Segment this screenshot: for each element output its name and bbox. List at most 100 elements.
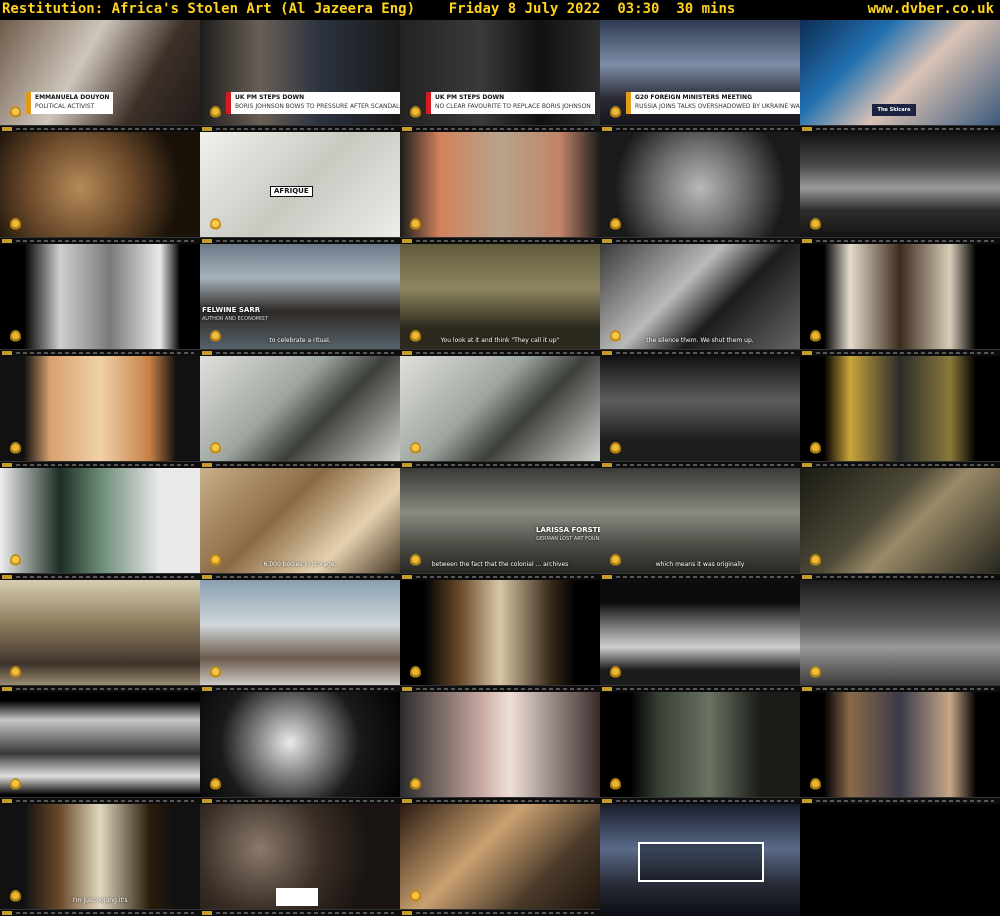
thumbnail[interactable] (600, 132, 800, 244)
thumbnail[interactable]: UK PM STEPS DOWN BORIS JOHNSON BOWS TO PR… (200, 20, 400, 132)
aljazeera-logo-icon (610, 330, 621, 344)
site-link[interactable]: www.dvber.co.uk (868, 1, 994, 17)
thumbnail[interactable] (800, 244, 1000, 356)
thumbnail-grid: EMMANUELA DOUYON POLITICAL ACTIVIST UK PM… (0, 20, 1000, 916)
thumbnail[interactable] (0, 692, 200, 804)
aljazeera-logo-icon (810, 778, 821, 792)
aljazeera-logo-icon (810, 666, 821, 680)
news-ticker (400, 461, 600, 468)
aljazeera-logo-icon (610, 778, 621, 792)
thumbnail[interactable] (200, 692, 400, 804)
promo-card: The Skicare (872, 104, 916, 116)
news-ticker (0, 461, 200, 468)
news-ticker (0, 909, 200, 916)
aljazeera-logo-icon (610, 442, 621, 456)
thumbnail[interactable] (800, 356, 1000, 468)
news-ticker (600, 685, 800, 692)
thumbnail[interactable] (800, 132, 1000, 244)
aljazeera-logo-icon (410, 330, 421, 344)
news-ticker (600, 573, 800, 580)
thumbnail[interactable]: EMMANUELA DOUYON POLITICAL ACTIVIST (0, 20, 200, 132)
news-ticker (200, 461, 400, 468)
thumbnail[interactable] (600, 804, 800, 916)
thumbnail[interactable] (400, 804, 600, 916)
news-ticker (400, 909, 600, 916)
aljazeera-logo-icon (610, 554, 621, 568)
aljazeera-logo-icon (10, 442, 21, 456)
news-ticker (600, 349, 800, 356)
aljazeera-logo-icon (210, 330, 221, 344)
thumbnail[interactable] (800, 580, 1000, 692)
news-ticker (200, 125, 400, 132)
witness-title-card (638, 842, 764, 882)
thumbnail[interactable] (0, 580, 200, 692)
news-ticker (200, 909, 400, 916)
thumbnail[interactable]: which means it was originally (600, 468, 800, 580)
aljazeera-logo-icon (610, 666, 621, 680)
aljazeera-logo-icon (810, 554, 821, 568)
aljazeera-logo-icon (10, 890, 21, 904)
news-ticker (600, 125, 800, 132)
subtitle: the silence them. We shut them up. (646, 337, 754, 344)
thumbnail[interactable] (800, 468, 1000, 580)
subtitle: You look at it and think "They call it u… (440, 337, 560, 344)
aljazeera-logo-icon (210, 442, 221, 456)
aljazeera-logo-icon (810, 442, 821, 456)
aljazeera-logo-icon (410, 554, 421, 568)
aljazeera-logo-icon (810, 218, 821, 232)
news-ticker (800, 125, 1000, 132)
news-ticker (600, 237, 800, 244)
news-ticker (200, 349, 400, 356)
aljazeera-logo-icon (10, 666, 21, 680)
thumbnail[interactable] (600, 692, 800, 804)
news-ticker (0, 349, 200, 356)
thumbnail[interactable]: the silence them. We shut them up. (600, 244, 800, 356)
thumbnail[interactable]: G20 FOREIGN MINISTERS MEETING RUSSIA JOIN… (600, 20, 800, 132)
page-header: Restitution: Africa's Stolen Art (Al Jaz… (0, 0, 1000, 18)
thumbnail[interactable]: FELWINE SARR AUTHOR AND ECONOMIST to cele… (200, 244, 400, 356)
drawn-sign: AFRIQUE (270, 186, 313, 197)
thumbnail[interactable] (400, 356, 600, 468)
lower-third: EMMANUELA DOUYON POLITICAL ACTIVIST (26, 92, 114, 114)
thumbnail[interactable] (200, 580, 400, 692)
broadcast-date: Friday 8 July 2022 (448, 1, 601, 17)
news-ticker (600, 461, 800, 468)
thumbnail[interactable] (0, 132, 200, 244)
thumbnail[interactable] (200, 804, 400, 916)
subtitle: to celebrate a ritual. (269, 337, 331, 344)
thumbnail[interactable]: You look at it and think "They call it u… (400, 244, 600, 356)
thumbnail[interactable]: The Skicare (800, 20, 1000, 132)
programme-title: Restitution: Africa's Stolen Art (Al Jaz… (2, 1, 416, 17)
subtitle: which means it was originally (655, 561, 745, 568)
subtitle: between the fact that the colonial ... a… (431, 561, 569, 568)
thumbnail[interactable] (800, 692, 1000, 804)
thumbnail[interactable] (600, 356, 800, 468)
thumbnail[interactable] (400, 132, 600, 244)
thumbnail[interactable] (600, 580, 800, 692)
thumbnail[interactable] (0, 468, 200, 580)
news-ticker (0, 685, 200, 692)
thumbnail[interactable]: 6,000 bodies in storage. (200, 468, 400, 580)
aljazeera-logo-icon (210, 666, 221, 680)
news-ticker (800, 573, 1000, 580)
aljazeera-logo-icon (410, 106, 421, 120)
thumbnail[interactable]: I'm just hoping it's (0, 804, 200, 916)
promo-card (276, 888, 318, 906)
news-ticker (0, 797, 200, 804)
thumbnail[interactable] (200, 356, 400, 468)
thumbnail[interactable] (400, 580, 600, 692)
subtitle: I'm just hoping it's (72, 897, 128, 904)
thumbnail[interactable]: AFRIQUE (200, 132, 400, 244)
aljazeera-logo-icon (210, 218, 221, 232)
thumbnail[interactable]: LARISSA FORSTERGERMAN LOST ART FOUNDATIO… (400, 468, 600, 580)
thumbnail[interactable] (0, 244, 200, 356)
thumbnail[interactable]: UK PM STEPS DOWN NO CLEAR FAVOURITE TO RE… (400, 20, 600, 132)
news-ticker (600, 797, 800, 804)
thumbnail[interactable] (400, 692, 600, 804)
aljazeera-logo-icon (10, 106, 21, 120)
thumbnail[interactable] (0, 356, 200, 468)
news-ticker (400, 125, 600, 132)
news-ticker (800, 685, 1000, 692)
news-ticker (400, 685, 600, 692)
aljazeera-logo-icon (10, 330, 21, 344)
